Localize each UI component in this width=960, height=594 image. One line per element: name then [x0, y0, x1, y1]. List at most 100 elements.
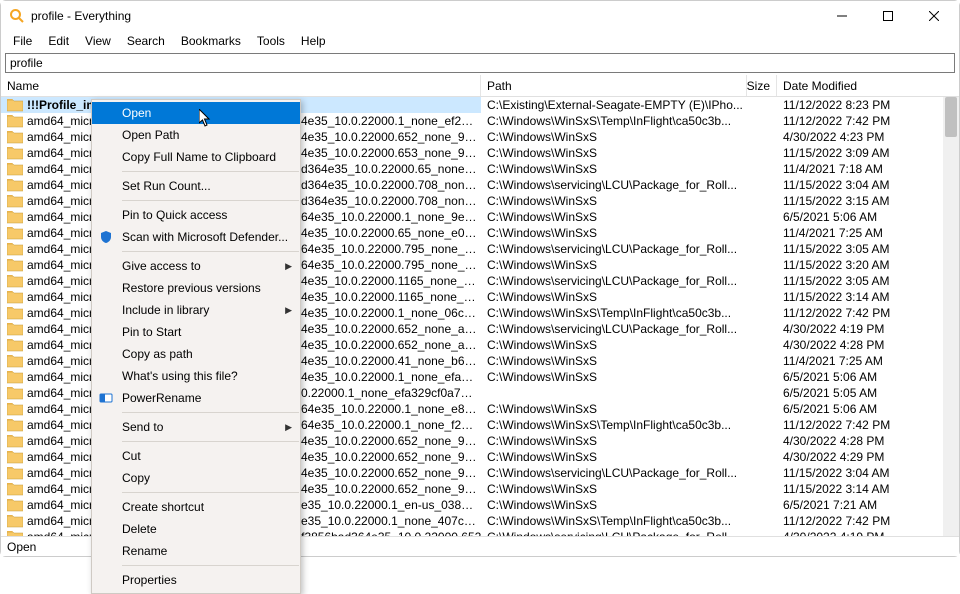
cell-size	[747, 481, 777, 497]
cell-size	[747, 241, 777, 257]
cell-date: 6/5/2021 5:06 AM	[777, 369, 942, 385]
menu-item-powerrename[interactable]: PowerRename	[92, 387, 300, 409]
cell-path: C:\Windows\servicing\LCU\Package_for_Rol…	[481, 273, 747, 289]
cell-date: 11/15/2022 3:05 AM	[777, 273, 942, 289]
cell-date: 11/15/2022 3:14 AM	[777, 289, 942, 305]
menu-item-what-s-using-this-file[interactable]: What's using this file?	[92, 365, 300, 387]
vertical-scrollbar[interactable]	[943, 97, 959, 536]
close-button[interactable]	[911, 1, 957, 31]
menu-file[interactable]: File	[5, 32, 40, 50]
menu-item-cut[interactable]: Cut	[92, 445, 300, 467]
search-input[interactable]	[5, 53, 955, 73]
cell-path: C:\Windows\WinSxS	[481, 129, 747, 145]
column-size[interactable]: Size	[747, 75, 777, 96]
menu-item-copy-full-name-to-clipboard[interactable]: Copy Full Name to Clipboard	[92, 146, 300, 168]
window-controls	[819, 1, 957, 31]
cell-path: C:\Windows\WinSxS	[481, 209, 747, 225]
cell-path: C:\Windows\servicing\LCU\Package_for_Rol…	[481, 177, 747, 193]
menu-search[interactable]: Search	[119, 32, 173, 50]
cell-size	[747, 305, 777, 321]
menu-item-copy[interactable]: Copy	[92, 467, 300, 489]
menu-item-label: Include in library	[122, 303, 209, 317]
column-name[interactable]: Name	[1, 75, 481, 96]
cell-size	[747, 273, 777, 289]
menu-item-open[interactable]: Open	[92, 102, 300, 124]
menu-item-label: Pin to Start	[122, 325, 181, 339]
cell-path: C:\Windows\WinSxS	[481, 289, 747, 305]
maximize-button[interactable]	[865, 1, 911, 31]
menu-separator	[122, 171, 299, 172]
menu-item-pin-to-quick-access[interactable]: Pin to Quick access	[92, 204, 300, 226]
menu-item-label: Create shortcut	[122, 500, 204, 514]
cell-path: C:\Windows\WinSxS	[481, 481, 747, 497]
menu-item-label: Copy as path	[122, 347, 193, 361]
menu-item-include-in-library[interactable]: Include in library ▶	[92, 299, 300, 321]
cell-path: C:\Windows\WinSxS	[481, 257, 747, 273]
menu-item-properties[interactable]: Properties	[92, 569, 300, 591]
menu-item-label: Open Path	[122, 128, 179, 142]
menu-view[interactable]: View	[77, 32, 119, 50]
column-date[interactable]: Date Modified	[777, 75, 942, 96]
cell-size	[747, 113, 777, 129]
chevron-right-icon: ▶	[285, 305, 292, 316]
menu-item-restore-previous-versions[interactable]: Restore previous versions	[92, 277, 300, 299]
chevron-right-icon: ▶	[285, 261, 292, 272]
menu-separator	[122, 251, 299, 252]
menu-item-pin-to-start[interactable]: Pin to Start	[92, 321, 300, 343]
cell-date: 11/15/2022 3:14 AM	[777, 481, 942, 497]
menu-item-label: Restore previous versions	[122, 281, 261, 295]
menu-bookmarks[interactable]: Bookmarks	[173, 32, 249, 50]
cell-path: C:\Windows\WinSxS	[481, 145, 747, 161]
cell-path: C:\Windows\servicing\LCU\Package_for_Rol…	[481, 321, 747, 337]
window-title: profile - Everything	[31, 9, 131, 23]
cell-date: 11/12/2022 7:42 PM	[777, 113, 942, 129]
cell-date: 11/4/2021 7:25 AM	[777, 225, 942, 241]
menu-item-label: Pin to Quick access	[122, 208, 227, 222]
menu-item-label: Copy Full Name to Clipboard	[122, 150, 276, 164]
menu-item-label: Copy	[122, 471, 150, 485]
menu-edit[interactable]: Edit	[40, 32, 77, 50]
cell-size	[747, 257, 777, 273]
cell-size	[747, 161, 777, 177]
cell-date: 11/12/2022 7:42 PM	[777, 417, 942, 433]
menu-help[interactable]: Help	[293, 32, 334, 50]
menu-separator	[122, 441, 299, 442]
cell-path: C:\Windows\servicing\LCU\Package_for_Rol…	[481, 465, 747, 481]
menu-item-delete[interactable]: Delete	[92, 518, 300, 540]
menu-item-open-path[interactable]: Open Path	[92, 124, 300, 146]
column-path[interactable]: Path	[481, 75, 747, 96]
menu-item-label: Properties	[122, 573, 177, 587]
scrollbar-thumb[interactable]	[945, 97, 957, 137]
menu-item-rename[interactable]: Rename	[92, 540, 300, 562]
cell-size	[747, 369, 777, 385]
cell-path: C:\Existing\External-Seagate-EMPTY (E)\I…	[481, 97, 747, 113]
cell-size	[747, 449, 777, 465]
menu-item-label: Cut	[122, 449, 141, 463]
cell-size	[747, 225, 777, 241]
cell-date: 6/5/2021 5:06 AM	[777, 401, 942, 417]
cell-date: 11/15/2022 3:20 AM	[777, 257, 942, 273]
menu-item-set-run-count[interactable]: Set Run Count...	[92, 175, 300, 197]
menu-item-copy-as-path[interactable]: Copy as path	[92, 343, 300, 365]
cell-path	[481, 385, 747, 401]
menu-tools[interactable]: Tools	[249, 32, 293, 50]
cell-path: C:\Windows\WinSxS	[481, 193, 747, 209]
menu-item-scan-with-microsoft-defender[interactable]: Scan with Microsoft Defender...	[92, 226, 300, 248]
titlebar: profile - Everything	[1, 1, 959, 31]
search-container	[1, 51, 959, 75]
menu-item-send-to[interactable]: Send to▶	[92, 416, 300, 438]
cell-size	[747, 401, 777, 417]
cell-size	[747, 337, 777, 353]
cell-size	[747, 529, 777, 536]
cell-date: 4/30/2022 4:28 PM	[777, 433, 942, 449]
cell-date: 11/12/2022 7:42 PM	[777, 305, 942, 321]
menu-item-give-access-to[interactable]: Give access to▶	[92, 255, 300, 277]
cell-size	[747, 289, 777, 305]
cell-path: C:\Windows\WinSxS	[481, 337, 747, 353]
cell-path: C:\Windows\WinSxS\Temp\InFlight\ca50c3b.…	[481, 417, 747, 433]
powerrename-icon	[98, 390, 114, 406]
menu-item-create-shortcut[interactable]: Create shortcut	[92, 496, 300, 518]
minimize-button[interactable]	[819, 1, 865, 31]
cell-date: 11/12/2022 7:42 PM	[777, 513, 942, 529]
cell-size	[747, 177, 777, 193]
